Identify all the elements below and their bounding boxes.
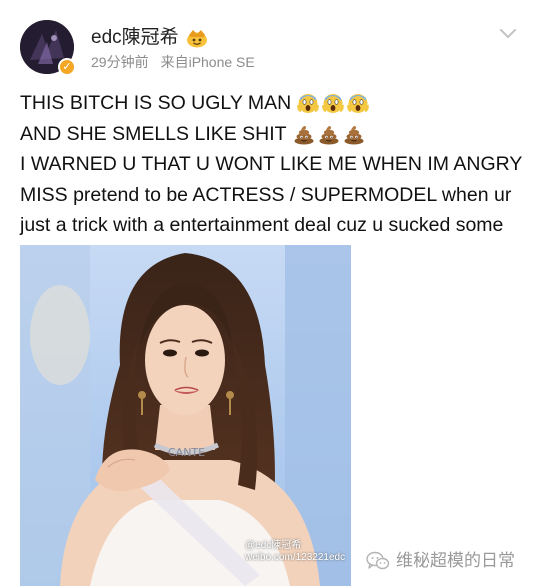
verified-badge-icon: ✓ — [58, 58, 76, 76]
wechat-account-mark: 维秘超模的日常 — [366, 550, 515, 572]
weibo-post: ✓ edc陳冠希 29分钟前 来自iPhone SE THIS BITCH IS … — [0, 0, 533, 586]
user-info: edc陳冠希 — [91, 26, 209, 50]
screaming-face-icon — [347, 94, 370, 114]
post-line-text: AND SHE SMELLS LIKE SHIT — [20, 122, 287, 145]
post-line: just a trick with a entertainment deal c… — [20, 210, 525, 241]
watermark-username: @edc陳冠希 — [245, 540, 302, 551]
chevron-down-icon[interactable] — [499, 28, 517, 40]
screaming-face-icon — [297, 94, 320, 114]
post-text: THIS BITCH IS SO UGLY MAN AND SHE SMELLS… — [20, 88, 525, 241]
post-line: AND SHE SMELLS LIKE SHIT — [20, 119, 525, 150]
pile-of-poo-icon — [319, 125, 339, 145]
post-line: I WARNED U THAT U WONT LIKE ME WHEN IM A… — [20, 149, 525, 180]
portrait-image: CANTE — [20, 245, 351, 586]
post-line: MISS pretend to be ACTRESS / SUPERMODEL … — [20, 180, 525, 211]
wechat-account-name: 维秘超模的日常 — [396, 551, 515, 570]
post-photo[interactable]: CANTE — [20, 245, 351, 586]
post-source: 来自iPhone SE — [160, 54, 255, 70]
screaming-face-icon — [322, 94, 345, 114]
wechat-icon — [366, 551, 390, 570]
pile-of-poo-icon — [344, 125, 364, 145]
pile-of-poo-icon — [294, 125, 314, 145]
photo-watermark: @edc陳冠希 weibo.com/123221edc — [245, 540, 345, 564]
username[interactable]: edc陳冠希 — [91, 26, 179, 50]
post-meta: 29分钟前 来自iPhone SE — [91, 53, 255, 71]
post-time: 29分钟前 — [91, 54, 149, 70]
post-line: THIS BITCH IS SO UGLY MAN — [20, 88, 525, 119]
watermark-url: weibo.com/123221edc — [245, 552, 346, 563]
necklace-text: CANTE — [168, 446, 205, 459]
crown-emoji-icon — [186, 30, 207, 48]
post-line-text: THIS BITCH IS SO UGLY MAN — [20, 92, 292, 114]
post-line-text: just a trick with a entertainment deal c… — [20, 214, 504, 236]
post-line-text: MISS pretend to be ACTRESS / SUPERMODEL … — [20, 183, 512, 206]
post-line-text: I WARNED U THAT U WONT LIKE ME WHEN IM A… — [20, 153, 523, 175]
